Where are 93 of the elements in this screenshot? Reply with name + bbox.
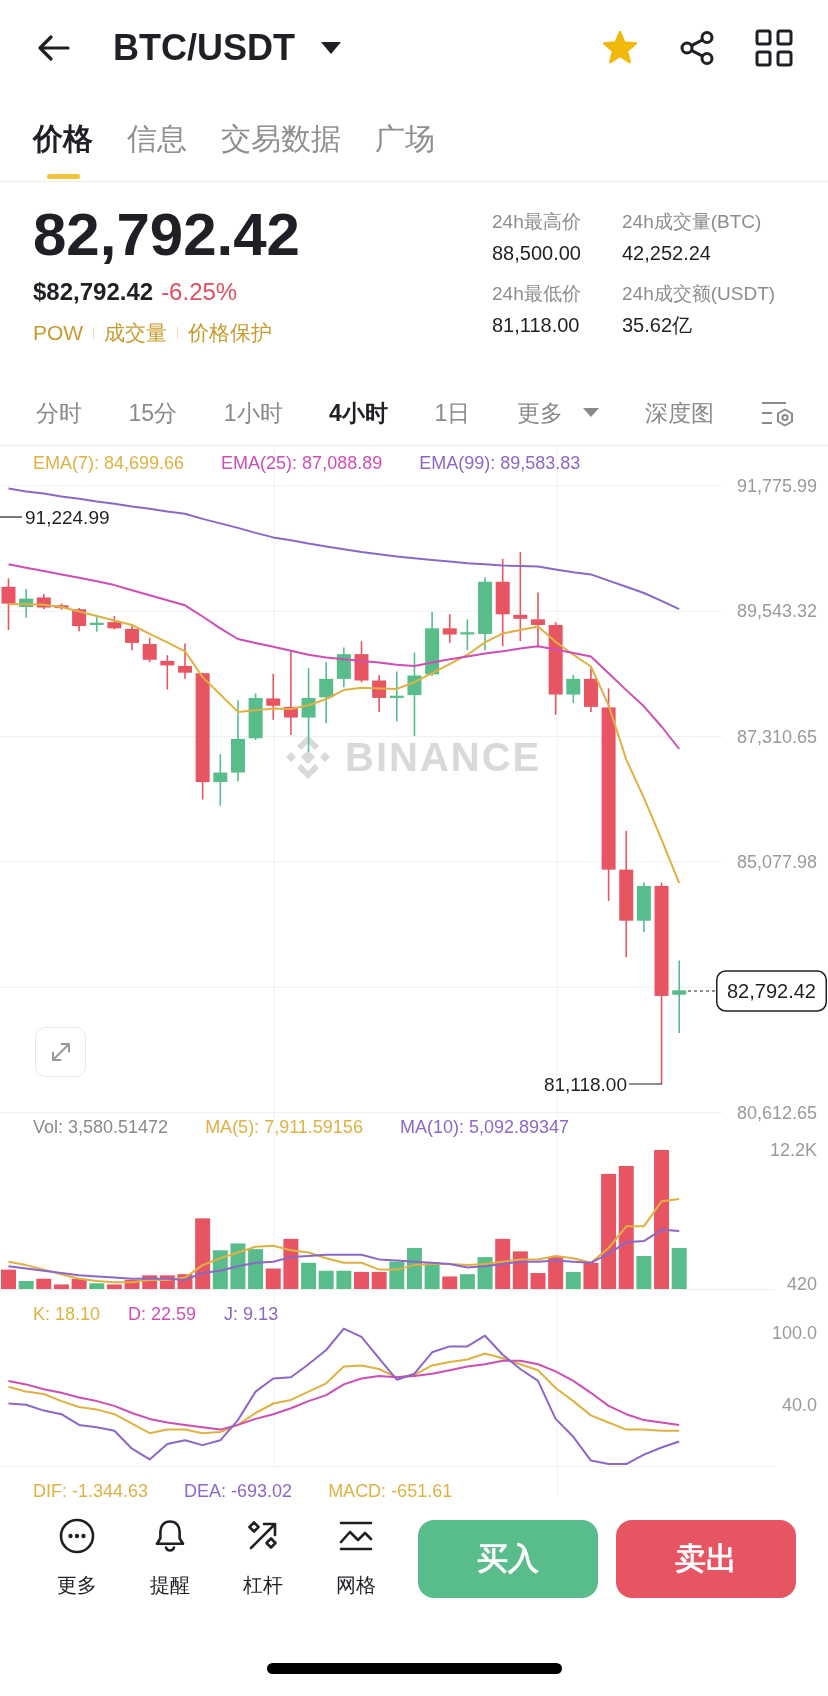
candlestick <box>142 637 157 663</box>
legend-text: EMA(99): 89,583.83 <box>419 452 581 475</box>
axis-label: 12.2K <box>769 1140 817 1160</box>
candlestick <box>442 613 457 644</box>
star-icon[interactable] <box>601 30 639 66</box>
candlestick <box>213 753 228 807</box>
candlestick <box>336 646 351 689</box>
interval-tab[interactable]: 15分 <box>128 397 178 428</box>
grid-icon[interactable] <box>755 29 793 67</box>
tab[interactable]: 价格 <box>33 96 93 181</box>
axis-label: 100.0 <box>771 1323 817 1344</box>
candlestick <box>566 674 581 704</box>
axis-label: 89,543.32 <box>736 601 817 622</box>
interval-tab[interactable]: 分时 <box>36 397 82 428</box>
legend-text: MACD: -651.61 <box>328 1480 453 1503</box>
axis-label: 80,612.65 <box>736 1102 817 1123</box>
last-price: 82,792.42 <box>33 203 300 267</box>
fiat-price: $82,792.42 <box>33 277 154 307</box>
legend-text: DEA: -693.02 <box>184 1480 293 1503</box>
caret-icon <box>321 42 341 54</box>
interval-tab[interactable]: 1小时 <box>223 397 283 428</box>
share-icon[interactable] <box>679 30 715 66</box>
candlestick <box>583 667 598 713</box>
legend-text: EMA(7): 84,699.66 <box>33 452 185 475</box>
candlestick <box>125 624 140 651</box>
candlestick <box>354 640 369 683</box>
high-price-label: 91,224.99 <box>25 506 110 528</box>
buy-button[interactable]: 买入 <box>418 1520 598 1598</box>
candlestick <box>389 670 404 723</box>
tab[interactable]: 交易数据 <box>221 96 341 181</box>
candlestick <box>372 674 387 713</box>
interval-tab[interactable]: 4小时 <box>329 397 388 428</box>
candlestick <box>636 881 651 933</box>
candlestick <box>319 661 334 724</box>
caret-icon <box>582 408 599 417</box>
candlestick <box>72 607 87 632</box>
axis-label: 87,310.65 <box>736 726 817 747</box>
interval-tab[interactable]: 深度图 <box>645 397 715 428</box>
interval-tab[interactable]: 1日 <box>434 397 471 428</box>
stat-value: 35.62亿 <box>622 313 694 338</box>
interval-tab[interactable]: 更多 <box>516 397 599 428</box>
candlestick <box>89 616 104 633</box>
toolbar-button[interactable]: 网格 <box>309 1518 402 1598</box>
candlestick <box>36 593 51 611</box>
toolbar-button[interactable]: 更多 <box>30 1518 123 1598</box>
legend-text: MA(10): 5,092.89347 <box>399 1116 569 1139</box>
tab[interactable]: 广场 <box>375 96 435 181</box>
tag-link[interactable]: 成交量 <box>104 319 168 347</box>
candlestick <box>425 611 440 677</box>
leader-line <box>0 516 23 518</box>
legend-text: J: 9.13 <box>224 1303 279 1326</box>
price-change: -6.25% <box>161 277 238 307</box>
stat-label: 24h最高价 <box>492 210 582 234</box>
stat-value: 81,118.00 <box>492 313 581 338</box>
pair-selector[interactable]: BTC/USDT <box>113 26 341 70</box>
last-price-tag: 82,792.42 <box>716 970 827 1012</box>
axis-label: 85,077.98 <box>736 851 817 872</box>
axis-label: 420 <box>786 1274 817 1295</box>
candlestick <box>107 615 122 631</box>
legend-text: EMA(25): 87,088.89 <box>221 452 383 475</box>
stat-value: 42,252.24 <box>622 241 712 266</box>
tag-link[interactable]: 价格保护 <box>188 319 273 347</box>
legend-text: K: 18.10 <box>33 1303 101 1326</box>
candlestick <box>54 602 69 611</box>
stat-label: 24h最低价 <box>492 282 582 306</box>
expand-button[interactable] <box>35 1027 86 1077</box>
legend-text: D: 22.59 <box>128 1303 197 1326</box>
axis-label: 40.0 <box>781 1394 817 1415</box>
tag-link[interactable]: POW <box>33 319 84 347</box>
candlestick <box>266 673 281 721</box>
legend-text: DIF: -1.344.63 <box>33 1480 149 1503</box>
candlestick <box>248 692 263 741</box>
stat-value: 88,500.00 <box>492 241 582 266</box>
stat-label: 24h成交量(BTC) <box>622 210 763 234</box>
back-icon[interactable] <box>36 34 70 62</box>
logo-icon <box>286 735 330 779</box>
candlestick <box>178 642 192 680</box>
sell-button[interactable]: 卖出 <box>616 1520 796 1598</box>
price-line <box>687 990 717 992</box>
candlestick <box>460 618 475 651</box>
legend-text: Vol: 3,580.51472 <box>33 1116 169 1139</box>
leader-line <box>628 1083 663 1085</box>
stat-label: 24h成交额(USDT) <box>622 282 777 306</box>
tab[interactable]: 信息 <box>127 96 187 181</box>
more-icon <box>58 1518 95 1554</box>
toolbar-button[interactable]: 提醒 <box>123 1518 216 1598</box>
axis-label: 91,775.99 <box>736 476 817 496</box>
candlestick <box>160 654 175 691</box>
low-price-label: 81,118.00 <box>543 1073 627 1095</box>
toolbar-button[interactable]: 杠杆 <box>216 1518 309 1598</box>
legend-text: MA(5): 7,911.59156 <box>205 1116 363 1139</box>
candlestick <box>1 577 16 631</box>
candlestick <box>19 588 34 619</box>
